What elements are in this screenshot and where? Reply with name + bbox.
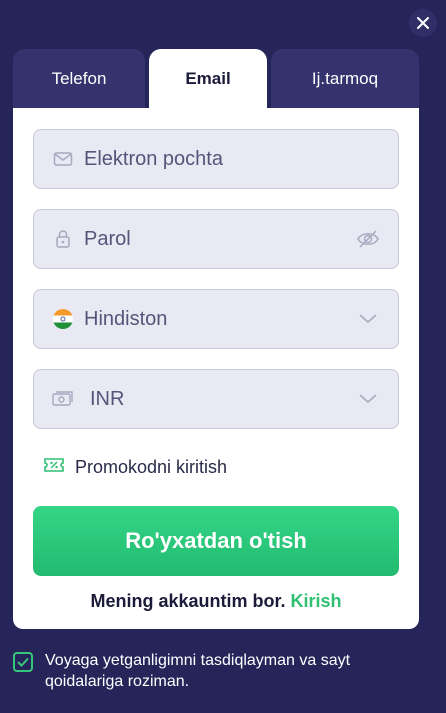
tab-phone-label: Telefon (51, 69, 107, 88)
close-button[interactable] (409, 9, 437, 37)
money-icon (52, 388, 74, 410)
registration-form: Elektron pochta Parol Hindiston INR Prom… (13, 108, 419, 629)
login-prompt: Mening akkauntim bor. Kirish (13, 591, 419, 612)
close-icon (417, 17, 429, 29)
promo-ticket-icon (43, 456, 65, 479)
tab-email-label: Email (185, 69, 231, 88)
chevron-down-icon (356, 307, 380, 331)
login-link[interactable]: Kirish (291, 591, 342, 611)
login-text: Mening akkauntim bor. (90, 591, 286, 611)
consent-text: Voyaga yetganligimni tasdiqlayman va say… (45, 652, 351, 690)
currency-select[interactable]: INR (33, 369, 399, 429)
chevron-down-icon (356, 387, 380, 411)
register-button[interactable]: Ro'yxatdan o'tish (33, 506, 399, 576)
promo-code-label: Promokodni kiritish (75, 457, 228, 477)
auth-tabs: Telefon Email Ij.tarmoq (13, 49, 419, 109)
password-placeholder: Parol (84, 227, 131, 250)
check-icon (17, 657, 29, 667)
email-placeholder: Elektron pochta (84, 147, 223, 170)
age-consent: Voyaga yetganligimni tasdiqlayman va say… (13, 650, 405, 692)
password-field[interactable]: Parol (33, 209, 399, 269)
tab-social[interactable]: Ij.tarmoq (271, 49, 419, 109)
email-field[interactable]: Elektron pochta (33, 129, 399, 189)
currency-value: INR (90, 387, 125, 410)
lock-icon (52, 228, 74, 250)
tab-social-label: Ij.tarmoq (311, 69, 379, 88)
eye-off-icon[interactable] (356, 227, 380, 251)
country-value: Hindiston (84, 307, 168, 330)
india-flag-icon (52, 308, 74, 330)
consent-checkbox[interactable] (13, 652, 33, 672)
tab-email[interactable]: Email (149, 49, 267, 109)
country-select[interactable]: Hindiston (33, 289, 399, 349)
promo-code-toggle[interactable]: Promokodni kiritish (43, 456, 227, 479)
envelope-icon (52, 148, 74, 170)
tab-phone[interactable]: Telefon (13, 49, 145, 109)
